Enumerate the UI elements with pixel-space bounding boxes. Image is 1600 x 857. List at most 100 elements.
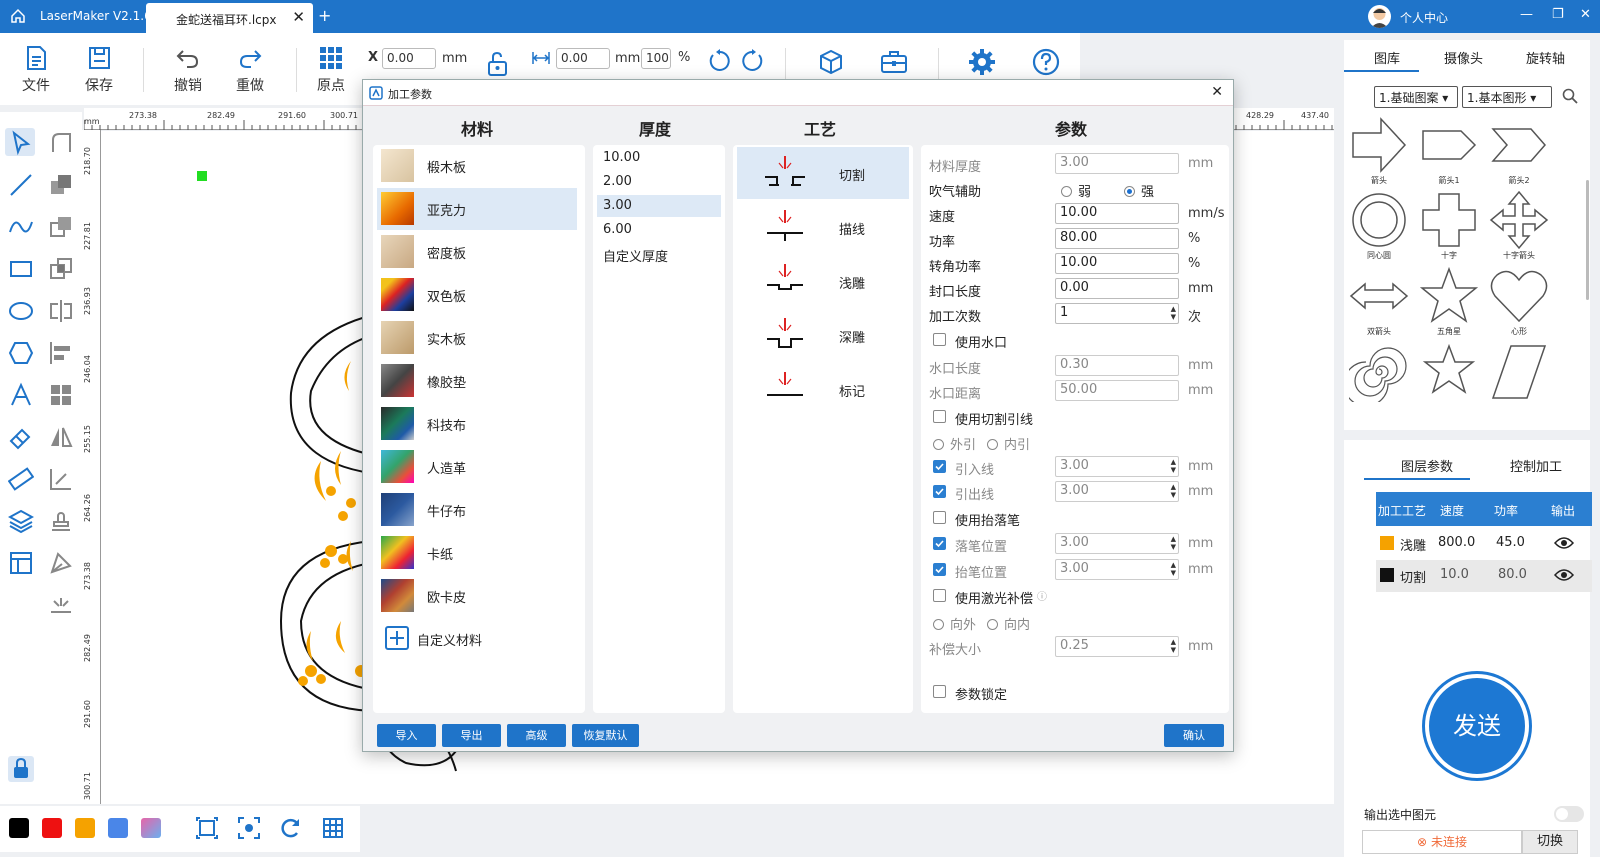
grid-icon[interactable] — [322, 817, 344, 839]
mirror-horizontal-icon[interactable] — [48, 298, 74, 324]
layer-row[interactable]: 浅雕 800.0 45.0 — [1376, 528, 1592, 560]
confirm-button[interactable]: 确认 — [1164, 724, 1224, 747]
shape-spiral[interactable] — [1348, 342, 1410, 402]
eye-icon[interactable] — [1554, 536, 1574, 550]
user-center-link[interactable]: 个人中心 — [1400, 9, 1448, 26]
close-window-icon[interactable]: ✕ — [1580, 7, 1591, 22]
comp-size-stepper[interactable]: 0.25 ▲ ▼ — [1055, 636, 1179, 657]
close-tab-icon[interactable]: ✕ — [292, 8, 305, 26]
process-item[interactable]: 标记 — [737, 363, 909, 415]
stepper-arrows-icon[interactable]: ▲ ▼ — [1171, 535, 1176, 551]
pen-down-checkbox[interactable] — [933, 537, 946, 550]
tab-control-process[interactable]: 控制加工 — [1510, 456, 1562, 475]
material-thickness-input[interactable]: 3.00 — [1055, 153, 1179, 174]
connection-status[interactable]: ⊗ 未连接 — [1362, 830, 1522, 854]
shape-parallelogram[interactable] — [1488, 342, 1550, 402]
polygon-icon[interactable] — [8, 340, 34, 366]
power-input[interactable]: 80.00 — [1055, 228, 1179, 249]
material-item[interactable]: 卡纸 — [377, 532, 577, 574]
custom-material-button[interactable]: 自定义材料 — [377, 618, 577, 660]
process-item[interactable]: 深雕 — [737, 309, 909, 361]
tab-layer-params[interactable]: 图层参数 — [1401, 456, 1453, 475]
subcategory-select[interactable]: 1.基本图形 ▾ — [1462, 86, 1552, 108]
tab-length-input[interactable]: 0.30 — [1055, 355, 1179, 376]
tab-gallery[interactable]: 图库 — [1374, 48, 1400, 67]
shape-heart[interactable]: 心形 — [1488, 266, 1550, 337]
shape-arrow1[interactable]: 箭头1 — [1418, 115, 1480, 186]
param-lock-checkbox[interactable] — [933, 685, 946, 698]
help-icon[interactable] — [1032, 48, 1060, 76]
stepper-arrows-icon[interactable]: ▲ ▼ — [1171, 561, 1176, 577]
eraser-icon[interactable] — [8, 424, 34, 450]
seal-length-input[interactable]: 0.00 — [1055, 278, 1179, 299]
material-item[interactable]: 椴木板 — [377, 145, 577, 187]
shape-arrow2[interactable]: 箭头2 — [1488, 115, 1550, 186]
ellipse-icon[interactable] — [8, 298, 34, 324]
shape-star-6[interactable] — [1418, 342, 1480, 402]
material-item[interactable]: 双色板 — [377, 274, 577, 316]
lead-in-checkbox[interactable] — [933, 460, 946, 473]
color-swatch-blue[interactable] — [108, 818, 128, 838]
minimize-icon[interactable]: — — [1520, 7, 1533, 22]
library-scrollbar[interactable] — [1586, 180, 1589, 300]
material-item[interactable]: 实木板 — [377, 317, 577, 359]
shape-arrow[interactable]: 箭头 — [1348, 115, 1410, 186]
use-lead-checkbox[interactable] — [933, 410, 946, 423]
material-item[interactable]: 密度板 — [377, 231, 577, 273]
settings-gear-icon[interactable] — [968, 48, 996, 76]
new-tab-button[interactable]: + — [318, 6, 331, 25]
fit-selection-icon[interactable] — [238, 817, 260, 839]
lead-outer-radio[interactable]: 外引 — [933, 434, 976, 453]
thickness-item-selected[interactable]: 3.00 — [597, 195, 721, 217]
node-edit-icon[interactable] — [48, 130, 74, 156]
curve-icon[interactable] — [8, 214, 34, 240]
x-position-input[interactable]: 0.00 — [382, 48, 436, 69]
rectangle-icon[interactable] — [8, 256, 34, 282]
stepper-arrows-icon[interactable]: ▲ ▼ — [1171, 305, 1176, 321]
process-item-selected[interactable]: 切割 — [737, 147, 909, 199]
tab-rotary[interactable]: 旋转轴 — [1526, 48, 1565, 67]
send-button[interactable]: 发送 — [1425, 674, 1529, 778]
air-weak-radio[interactable]: 弱 — [1061, 181, 1091, 200]
use-tab-checkbox[interactable] — [933, 333, 946, 346]
import-button[interactable]: 导入 — [377, 724, 436, 747]
thickness-item[interactable]: 10.00 — [597, 147, 721, 169]
category-select[interactable]: 1.基础图案 ▾ — [1374, 86, 1458, 108]
passes-stepper[interactable]: 1 ▲ ▼ — [1055, 303, 1179, 324]
advanced-button[interactable]: 高级 — [507, 724, 566, 747]
pen-up-checkbox[interactable] — [933, 563, 946, 576]
redo-button[interactable]: 重做 — [228, 45, 272, 95]
edit-path-icon[interactable] — [48, 466, 74, 492]
search-icon[interactable] — [1562, 88, 1578, 104]
info-icon[interactable]: ⓘ — [1037, 588, 1047, 603]
intersect-icon[interactable] — [48, 256, 74, 282]
material-item[interactable]: 人造革 — [377, 446, 577, 488]
save-button[interactable]: 保存 — [77, 45, 121, 95]
color-swatch-red[interactable] — [42, 818, 62, 838]
stepper-arrows-icon[interactable]: ▲ ▼ — [1171, 638, 1176, 654]
color-swatch-black[interactable] — [9, 818, 29, 838]
color-swatch-gradient[interactable] — [141, 818, 161, 838]
shape-double-arrow[interactable]: 双箭头 — [1348, 266, 1410, 337]
pen-down-stepper[interactable]: 3.00 ▲ ▼ — [1055, 533, 1179, 554]
shape-star[interactable]: 五角星 — [1418, 266, 1480, 337]
file-button[interactable]: 文件 — [14, 45, 58, 95]
output-selected-toggle[interactable] — [1554, 806, 1584, 822]
flip-icon[interactable] — [48, 424, 74, 450]
avatar[interactable] — [1368, 5, 1391, 28]
undo-button[interactable]: 撤销 — [166, 45, 210, 95]
line-icon[interactable] — [8, 172, 34, 198]
lead-out-stepper[interactable]: 3.00 ▲ ▼ — [1055, 481, 1179, 502]
grid-array-icon[interactable] — [48, 382, 74, 408]
pen-up-stepper[interactable]: 3.00 ▲ ▼ — [1055, 559, 1179, 580]
use-comp-checkbox[interactable] — [933, 589, 946, 602]
lead-in-stepper[interactable]: 3.00 ▲ ▼ — [1055, 456, 1179, 477]
subtract-icon[interactable] — [48, 214, 74, 240]
document-tab[interactable]: 金蛇送福耳环.lcpx ✕ — [146, 3, 313, 33]
process-item[interactable]: 浅雕 — [737, 255, 909, 307]
eye-icon[interactable] — [1554, 568, 1574, 582]
layout-icon[interactable] — [8, 550, 34, 576]
rotate-right-icon[interactable] — [740, 49, 764, 73]
pen-tool-icon[interactable] — [48, 550, 74, 576]
comp-in-radio[interactable]: 向内 — [987, 614, 1030, 633]
